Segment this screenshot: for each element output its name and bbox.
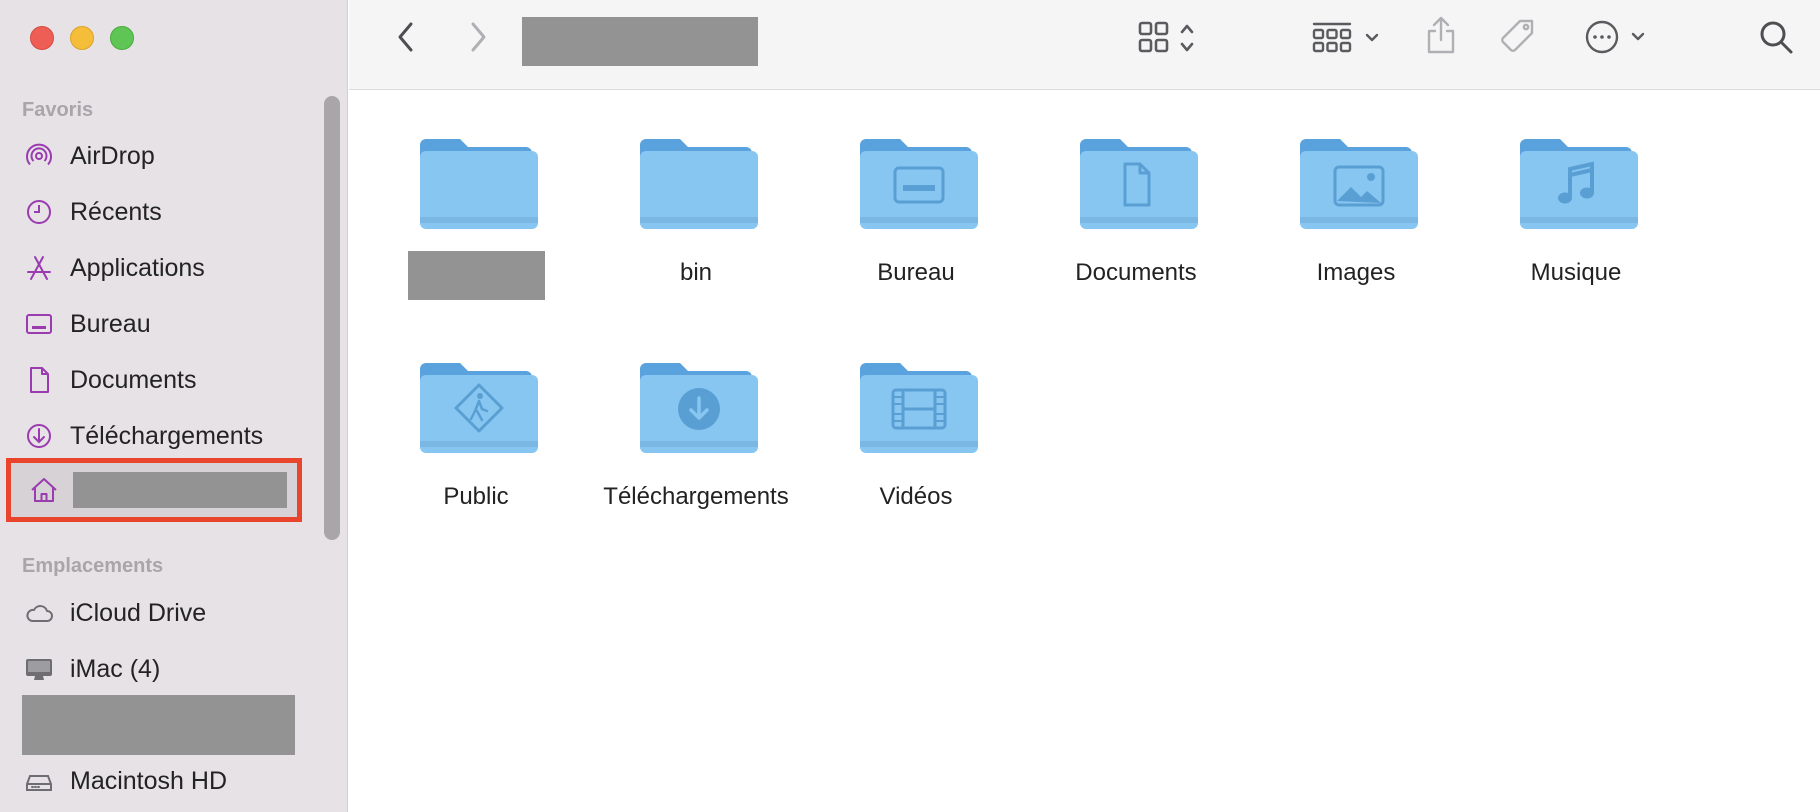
sidebar-item-label: Bureau xyxy=(70,309,151,338)
view-mode-button[interactable] xyxy=(1135,18,1205,58)
sidebar-item-label: Macintosh HD xyxy=(70,766,227,795)
sidebar-item-label: Téléchargements xyxy=(70,421,264,450)
folder-item-documents[interactable]: Documents xyxy=(1036,131,1236,287)
download-folder-icon xyxy=(640,363,758,453)
redacted-home-label xyxy=(73,472,287,508)
folder-item-images[interactable]: Images xyxy=(1256,131,1456,287)
tag-button[interactable] xyxy=(1497,16,1539,58)
folder-item-videos[interactable]: Vidéos xyxy=(816,355,1016,511)
folder-item-telechargements[interactable]: Téléchargements xyxy=(596,355,796,511)
film-folder-icon xyxy=(860,363,978,453)
sidebar-item-airdrop[interactable]: AirDrop xyxy=(22,132,322,180)
sidebar-item-applications[interactable]: Applications xyxy=(22,244,322,292)
folder-item-bin[interactable]: bin xyxy=(596,131,796,287)
document-icon xyxy=(22,363,56,397)
search-button[interactable] xyxy=(1755,16,1797,58)
folder-label: Documents xyxy=(1075,259,1197,286)
search-icon xyxy=(1757,18,1795,56)
clock-icon xyxy=(22,195,56,229)
sidebar-item-telechargements[interactable]: Téléchargements xyxy=(22,412,322,460)
folder-label: Musique xyxy=(1530,259,1622,286)
folder-label: Bureau xyxy=(877,259,955,286)
folder-icon xyxy=(640,139,758,229)
group-icon xyxy=(1311,19,1387,57)
imac-icon xyxy=(22,652,56,686)
folder-label: Public xyxy=(443,483,509,510)
document-folder-icon xyxy=(1080,139,1198,229)
public-folder-icon xyxy=(420,363,538,453)
window-controls xyxy=(30,26,134,50)
sidebar-item-label: iCloud Drive xyxy=(70,598,207,627)
chevron-right-icon xyxy=(468,21,488,53)
home-icon xyxy=(27,473,61,507)
download-icon xyxy=(22,419,56,453)
sidebar-item-label: Récents xyxy=(70,197,162,226)
icon-grid-icon xyxy=(1137,19,1203,57)
redacted-folder-label xyxy=(407,251,545,300)
folder-grid: bin Bureau Documents Images Musique Publ… xyxy=(349,91,1820,812)
more-actions-button[interactable] xyxy=(1583,16,1653,58)
zoom-window-button[interactable] xyxy=(110,26,134,50)
folder-item-home[interactable] xyxy=(376,131,576,300)
share-button[interactable] xyxy=(1421,14,1461,56)
close-window-button[interactable] xyxy=(30,26,54,50)
group-button[interactable] xyxy=(1309,18,1389,58)
sidebar-item-home[interactable] xyxy=(6,458,302,522)
music-folder-icon xyxy=(1520,139,1638,229)
ellipsis-circle-icon xyxy=(1583,17,1653,57)
sidebar-item-recents[interactable]: Récents xyxy=(22,188,322,236)
share-icon xyxy=(1424,15,1458,55)
cloud-icon xyxy=(22,596,56,630)
folder-label: bin xyxy=(679,259,713,286)
redacted-window-title xyxy=(522,17,758,66)
photo-folder-icon xyxy=(1300,139,1418,229)
chevron-left-icon xyxy=(396,21,416,53)
forward-button[interactable] xyxy=(461,20,495,54)
sidebar-item-label: iMac (4) xyxy=(70,654,161,683)
tag-icon xyxy=(1498,17,1538,57)
desktop-folder-icon xyxy=(860,139,978,229)
sidebar-item-icloud-drive[interactable]: iCloud Drive xyxy=(22,589,322,637)
applications-icon xyxy=(22,251,56,285)
sidebar: Favoris AirDrop Récents Applications Bur… xyxy=(0,0,348,812)
sidebar-item-label: AirDrop xyxy=(70,141,155,170)
sidebar-item-label: Documents xyxy=(70,365,197,394)
desktop-icon xyxy=(22,307,56,341)
back-button[interactable] xyxy=(389,20,423,54)
sidebar-item-macintosh-hd[interactable]: Macintosh HD xyxy=(22,757,322,805)
sidebar-item-documents[interactable]: Documents xyxy=(22,356,322,404)
sidebar-scrollbar[interactable] xyxy=(324,96,340,540)
folder-label: Vidéos xyxy=(879,483,953,510)
folder-item-bureau[interactable]: Bureau xyxy=(816,131,1016,287)
sidebar-item-imac[interactable]: iMac (4) xyxy=(22,645,322,693)
folder-label: Téléchargements xyxy=(603,483,789,510)
minimize-window-button[interactable] xyxy=(70,26,94,50)
airdrop-icon xyxy=(22,139,56,173)
folder-icon xyxy=(420,139,538,229)
sidebar-item-label: Applications xyxy=(70,253,205,282)
redacted-location-item[interactable] xyxy=(22,695,295,755)
favorites-section-title: Favoris xyxy=(22,99,94,121)
folder-item-public[interactable]: Public xyxy=(376,355,576,511)
folder-label: Images xyxy=(1316,259,1396,286)
folder-item-musique[interactable]: Musique xyxy=(1476,131,1676,287)
disk-icon xyxy=(22,764,56,798)
toolbar xyxy=(349,0,1820,90)
sidebar-item-bureau[interactable]: Bureau xyxy=(22,300,322,348)
locations-section-title: Emplacements xyxy=(22,555,164,577)
